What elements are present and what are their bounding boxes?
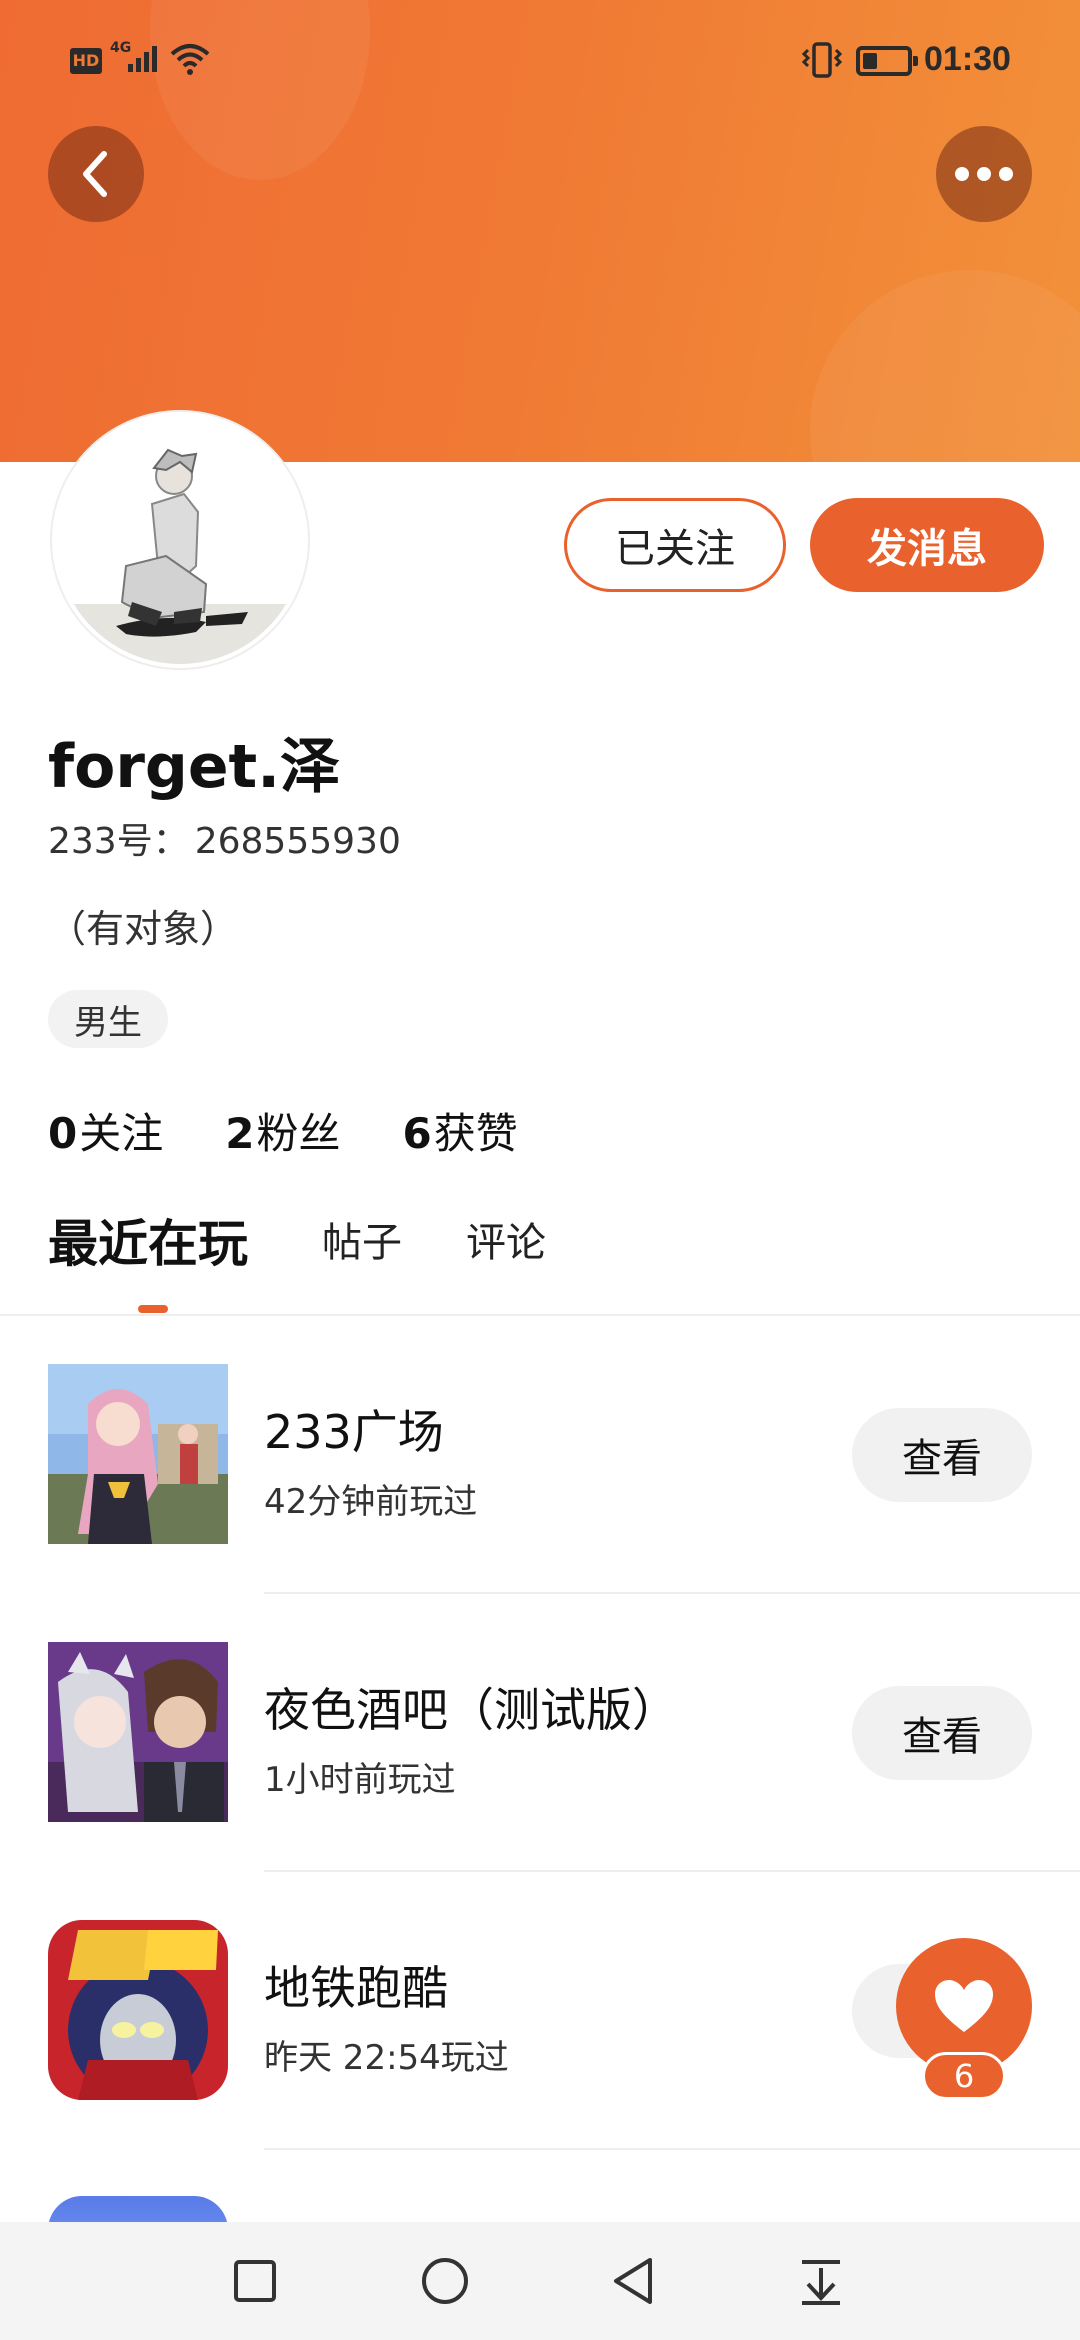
stat-followers[interactable]: 2粉丝 [225,1100,340,1161]
signal-icon [128,46,157,72]
divider [264,2148,1080,2150]
game-icon-233-plaza [48,1364,228,1544]
battery-icon [856,46,918,76]
divider [264,1870,1080,1872]
banner-decoration [810,270,1080,462]
user-id-value: 268555930 [194,821,401,862]
user-bio: （有对象） [48,907,239,951]
like-count-badge: 6 [922,2052,1006,2100]
back-nav-button[interactable] [600,2248,666,2314]
game-last-played: 昨天 22:54玩过 [264,2038,509,2078]
stat-label: 获赞 [433,1109,518,1158]
game-name: 地铁跑酷 [264,1961,448,2015]
notification-pulldown-button[interactable] [788,2248,854,2314]
tab-posts[interactable]: 帖子 [322,1210,402,1268]
stat-following[interactable]: 0关注 [48,1100,163,1161]
vibrate-icon [802,42,842,78]
game-name: 夜色酒吧（测试版） [264,1683,678,1737]
send-message-button[interactable]: 发消息 [810,498,1044,592]
view-button[interactable]: 查看 [852,1686,1032,1780]
game-icon-subway-surfers [48,1920,228,2100]
game-name: 233广场 [264,1405,444,1459]
game-last-played: 42分钟前玩过 [264,1482,478,1522]
avatar-image [56,416,304,664]
list-item[interactable]: 233广场 42分钟前玩过 查看 [0,1364,1080,1642]
gender-tag: 男生 [48,990,168,1048]
recent-apps-button[interactable] [222,2248,288,2314]
divider [264,1592,1080,1594]
system-navigation-bar [0,2222,1080,2340]
circle-icon [422,2258,468,2304]
home-button[interactable] [412,2248,478,2314]
game-last-played: 1小时前玩过 [264,1760,456,1800]
view-button[interactable]: 查看 [852,1408,1032,1502]
hd-indicator: HD [70,48,102,74]
stat-label: 关注 [79,1109,164,1158]
pull-down-icon [802,2260,840,2305]
active-tab-indicator [138,1305,168,1313]
back-button[interactable] [48,126,144,222]
stat-count: 2 [225,1109,255,1158]
user-id: 233号： 268555930 [48,812,401,864]
list-item[interactable]: 夜色酒吧（测试版） 1小时前玩过 查看 [0,1642,1080,1920]
divider [0,1314,1080,1316]
game-icon-night-bar [48,1642,228,1822]
username: forget.泽 [48,732,341,802]
square-icon [234,2260,276,2302]
profile-stats: 0关注 2粉丝 6获赞 [48,1100,518,1161]
stat-likes[interactable]: 6获赞 [403,1100,518,1161]
triangle-back-icon [614,2258,652,2304]
avatar[interactable] [52,412,308,668]
tab-recently-played[interactable]: 最近在玩 [48,1204,248,1276]
more-dots-icon [955,167,1013,181]
status-time: 01:30 [924,40,1011,78]
stat-count: 0 [48,1109,78,1158]
status-bar: HD 4G 01:30 [0,0,1080,120]
tab-comments[interactable]: 评论 [466,1210,546,1268]
more-button[interactable] [936,126,1032,222]
wifi-icon [170,44,210,75]
user-id-label: 233号： [48,821,189,862]
chevron-left-icon [83,151,107,197]
stat-count: 6 [402,1109,432,1158]
heart-icon [935,1980,993,2032]
stat-label: 粉丝 [256,1109,341,1158]
followed-button[interactable]: 已关注 [564,498,786,592]
